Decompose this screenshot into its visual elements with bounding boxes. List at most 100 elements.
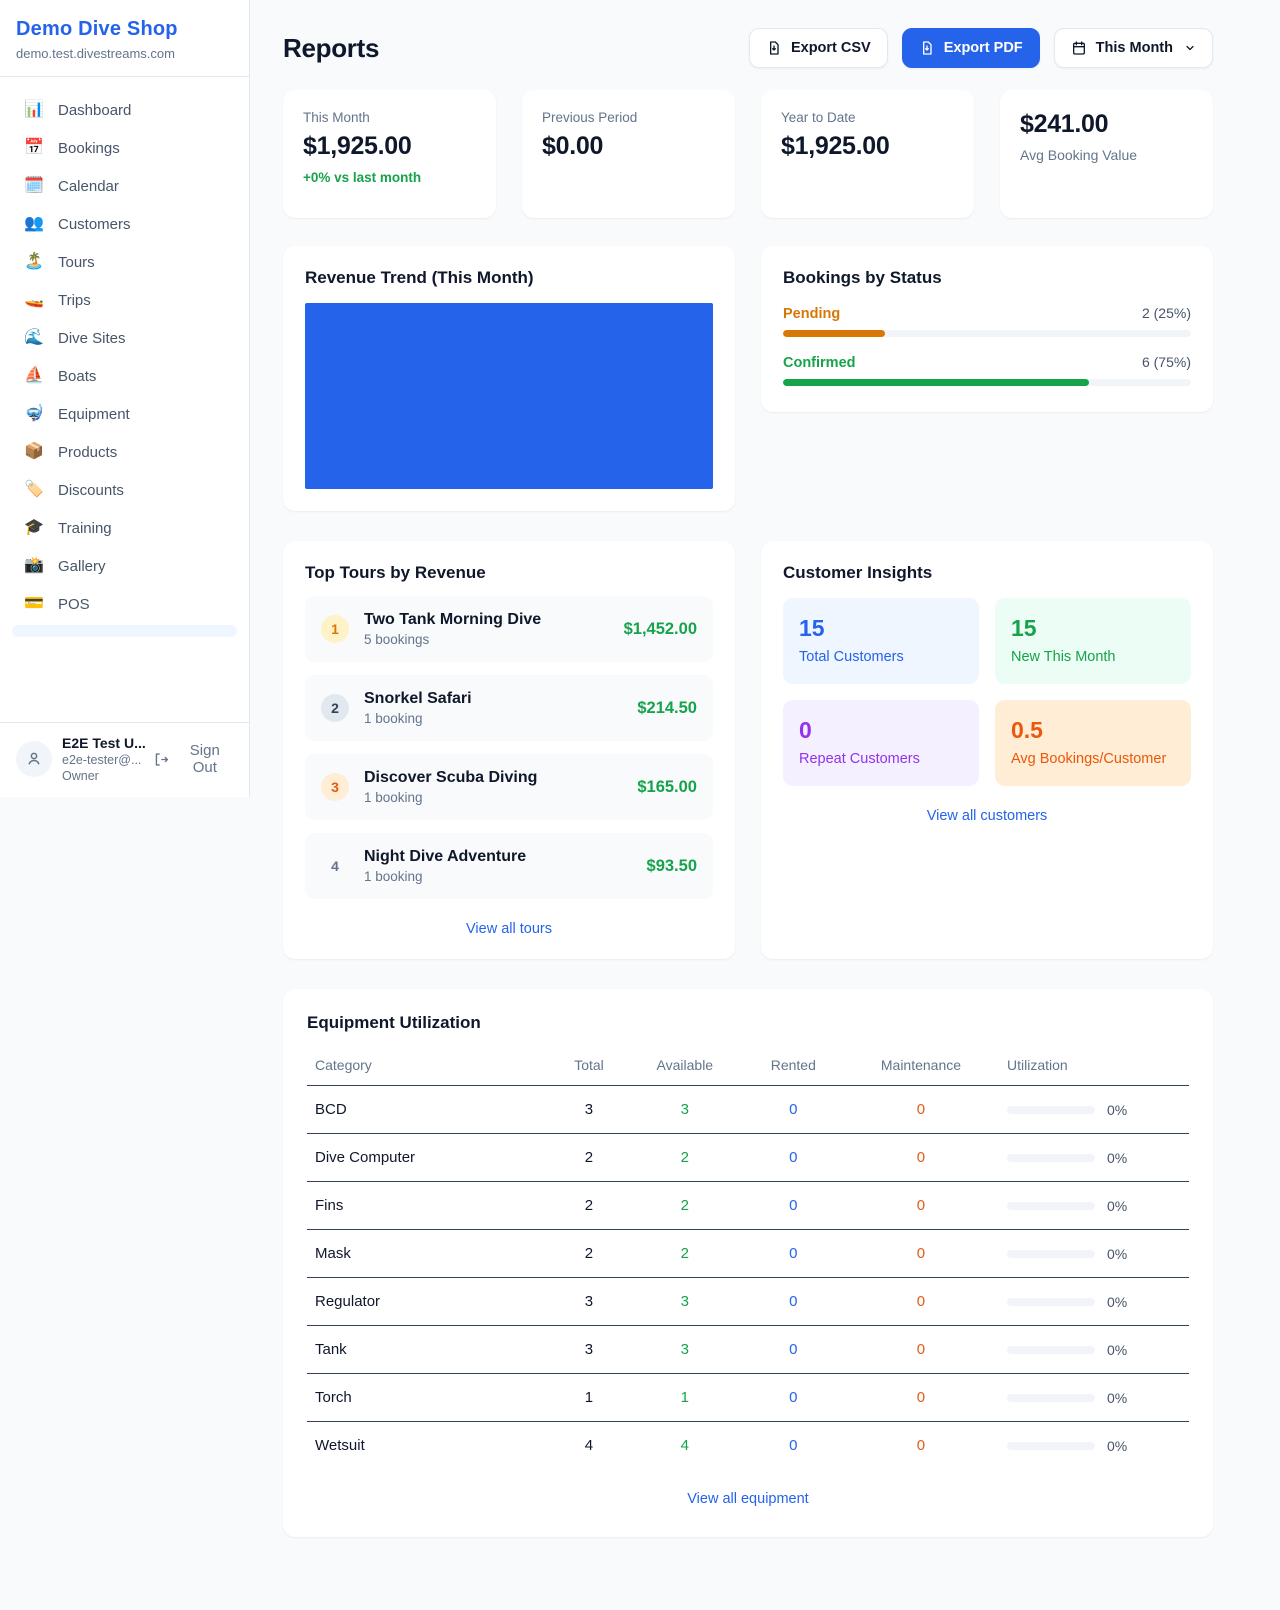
view-all-tours-link[interactable]: View all tours	[305, 921, 713, 937]
export-pdf-label: Export PDF	[944, 40, 1023, 56]
equipment-table: Category Total Available Rented Maintena…	[307, 1049, 1189, 1469]
stat-card-previous-period: Previous Period $0.00	[522, 90, 735, 218]
cell-utilization: 0%	[999, 1278, 1189, 1326]
sidebar-item-discounts[interactable]: 🏷️Discounts	[0, 471, 249, 509]
avatar	[16, 741, 52, 777]
sidebar-item-label: Discounts	[58, 482, 124, 499]
sidebar-item-training[interactable]: 🎓Training	[0, 509, 249, 547]
calendar-icon	[1071, 40, 1087, 56]
cell-available: 2	[626, 1134, 744, 1182]
cell-utilization: 0%	[999, 1326, 1189, 1374]
sidebar-item-label: Boats	[58, 368, 96, 385]
utilization-pct: 0%	[1107, 1102, 1127, 1118]
cell-maintenance: 0	[843, 1182, 999, 1230]
tour-name: Snorkel Safari	[364, 690, 472, 708]
insight-tile-repeat-customers: 0 Repeat Customers	[783, 700, 979, 786]
period-dropdown[interactable]: This Month	[1054, 28, 1213, 68]
cell-available: 3	[626, 1326, 744, 1374]
tour-bookings: 1 booking	[364, 790, 537, 805]
diving-mask-icon: 🤿	[24, 406, 44, 422]
sidebar-item-gallery[interactable]: 📸Gallery	[0, 547, 249, 585]
sidebar-item-active-partial[interactable]	[12, 625, 237, 637]
utilization-pct: 0%	[1107, 1150, 1127, 1166]
sign-out-button[interactable]: Sign Out	[153, 742, 233, 776]
export-csv-button[interactable]: Export CSV	[749, 28, 888, 68]
utilization-pct: 0%	[1107, 1342, 1127, 1358]
insights-row: Top Tours by Revenue 1 Two Tank Morning …	[283, 541, 1213, 959]
sidebar-item-boats[interactable]: ⛵Boats	[0, 357, 249, 395]
cell-available: 3	[626, 1278, 744, 1326]
sidebar-item-dashboard[interactable]: 📊Dashboard	[0, 91, 249, 129]
insight-grid: 15 Total Customers 15 New This Month 0 R…	[783, 598, 1191, 786]
table-row: Dive Computer 2 2 0 0 0%	[307, 1134, 1189, 1182]
insight-tile-total-customers: 15 Total Customers	[783, 598, 979, 684]
cell-total: 2	[552, 1230, 626, 1278]
col-header-category: Category	[307, 1049, 552, 1086]
insight-tile-avg-bookings: 0.5 Avg Bookings/Customer	[995, 700, 1191, 786]
table-header-row: Category Total Available Rented Maintena…	[307, 1049, 1189, 1086]
cell-rented: 0	[744, 1230, 843, 1278]
sidebar-item-label: Dashboard	[58, 102, 131, 119]
progress-track	[783, 330, 1191, 337]
utilization-bar	[1007, 1202, 1095, 1210]
sidebar-item-products[interactable]: 📦Products	[0, 433, 249, 471]
sidebar-item-pos[interactable]: 💳POS	[0, 585, 249, 623]
tour-name: Discover Scuba Diving	[364, 769, 537, 787]
utilization-bar	[1007, 1298, 1095, 1306]
cell-total: 3	[552, 1278, 626, 1326]
top-tours-card: Top Tours by Revenue 1 Two Tank Morning …	[283, 541, 735, 959]
tour-bookings: 5 bookings	[364, 632, 541, 647]
charts-row: Revenue Trend (This Month) Bookings by S…	[283, 246, 1213, 511]
utilization-pct: 0%	[1107, 1390, 1127, 1406]
sidebar-item-dive-sites[interactable]: 🌊Dive Sites	[0, 319, 249, 357]
page-title: Reports	[283, 33, 379, 64]
utilization-pct: 0%	[1107, 1294, 1127, 1310]
sidebar-item-trips[interactable]: 🚤Trips	[0, 281, 249, 319]
utilization-bar	[1007, 1394, 1095, 1402]
tour-name: Night Dive Adventure	[364, 848, 526, 866]
cell-category: Torch	[307, 1374, 552, 1422]
cell-maintenance: 0	[843, 1086, 999, 1134]
sidebar-item-tours[interactable]: 🏝️ Tours	[0, 243, 249, 281]
stat-card-year-to-date: Year to Date $1,925.00	[761, 90, 974, 218]
cell-category: Fins	[307, 1182, 552, 1230]
stat-value: $1,925.00	[303, 132, 476, 161]
table-row: Mask 2 2 0 0 0%	[307, 1230, 1189, 1278]
cell-category: Dive Computer	[307, 1134, 552, 1182]
speedboat-icon: 🚤	[24, 292, 44, 308]
insight-label: Total Customers	[799, 649, 963, 665]
table-row: Fins 2 2 0 0 0%	[307, 1182, 1189, 1230]
cell-rented: 0	[744, 1374, 843, 1422]
cell-total: 2	[552, 1134, 626, 1182]
cell-available: 2	[626, 1230, 744, 1278]
bookings-by-status-title: Bookings by Status	[783, 268, 1191, 288]
sidebar-item-label: Tours	[58, 254, 95, 271]
insight-value: 0.5	[1011, 717, 1175, 744]
utilization-bar	[1007, 1154, 1095, 1162]
cell-total: 2	[552, 1182, 626, 1230]
cell-category: Mask	[307, 1230, 552, 1278]
tour-row: 4 Night Dive Adventure 1 booking $93.50	[305, 833, 713, 899]
cell-utilization: 0%	[999, 1230, 1189, 1278]
cell-available: 3	[626, 1086, 744, 1134]
sidebar-item-label: Training	[58, 520, 112, 537]
cell-category: BCD	[307, 1086, 552, 1134]
table-row: Regulator 3 3 0 0 0%	[307, 1278, 1189, 1326]
brand-block: Demo Dive Shop demo.test.divestreams.com	[0, 0, 249, 77]
sidebar-item-calendar[interactable]: 🗓️Calendar	[0, 167, 249, 205]
export-pdf-button[interactable]: Export PDF	[902, 28, 1040, 68]
status-count: 2 (25%)	[1142, 305, 1191, 321]
user-meta: E2E Test U... e2e-tester@... Owner	[62, 735, 143, 783]
stat-card-this-month: This Month $1,925.00 +0% vs last month	[283, 90, 496, 218]
sidebar-item-customers[interactable]: 👥Customers	[0, 205, 249, 243]
island-icon: 🏝️	[24, 254, 44, 270]
brand-domain: demo.test.divestreams.com	[16, 46, 233, 61]
stat-value: $1,925.00	[781, 132, 954, 161]
view-all-equipment-link[interactable]: View all equipment	[307, 1491, 1189, 1507]
view-all-customers-link[interactable]: View all customers	[783, 808, 1191, 824]
calendar-date-icon: 📅	[24, 140, 44, 156]
sidebar-item-bookings[interactable]: 📅Bookings	[0, 129, 249, 167]
insight-value: 0	[799, 717, 963, 744]
tour-bookings: 1 booking	[364, 711, 472, 726]
sidebar-item-equipment[interactable]: 🤿Equipment	[0, 395, 249, 433]
